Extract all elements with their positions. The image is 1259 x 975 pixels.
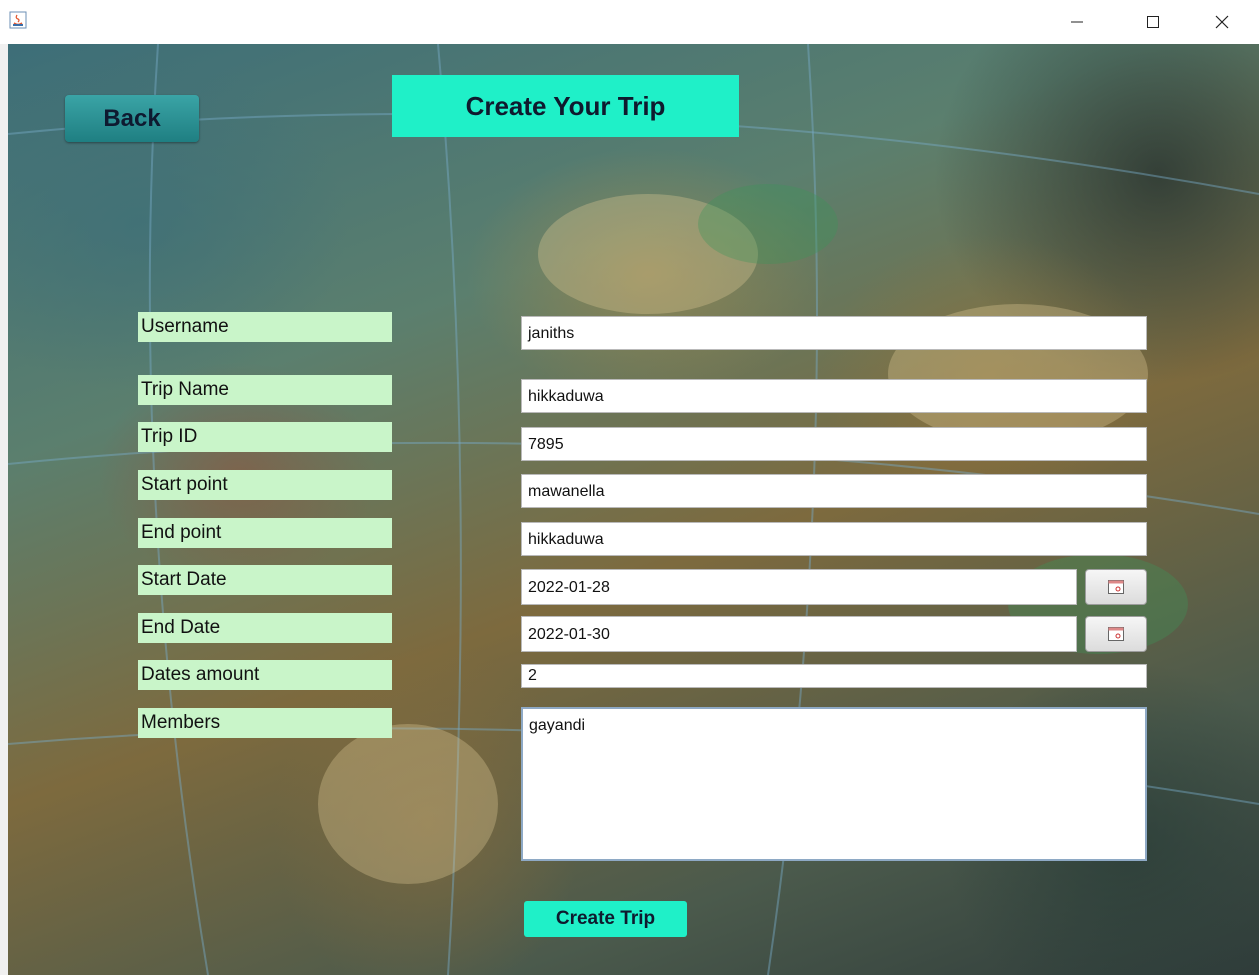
minimize-icon xyxy=(1071,21,1083,23)
username-field[interactable]: janiths xyxy=(521,316,1147,350)
page-title: Create Your Trip xyxy=(392,75,739,137)
members-label: Members xyxy=(138,708,392,738)
dates-amount-field[interactable]: 2 xyxy=(521,664,1147,688)
dates-amount-label: Dates amount xyxy=(138,660,392,690)
minimize-button[interactable] xyxy=(1054,0,1100,44)
back-button[interactable]: Back xyxy=(65,95,199,142)
maximize-button[interactable] xyxy=(1130,0,1176,44)
close-button[interactable] xyxy=(1199,0,1245,44)
trip-name-label: Trip Name xyxy=(138,375,392,405)
end-date-calendar-button[interactable] xyxy=(1085,616,1147,652)
map-background: Back Create Your Trip Username Trip Name… xyxy=(8,44,1259,975)
trip-name-field[interactable]: hikkaduwa xyxy=(521,379,1147,413)
trip-id-label: Trip ID xyxy=(138,422,392,452)
end-point-field[interactable]: hikkaduwa xyxy=(521,522,1147,556)
end-point-label: End point xyxy=(138,518,392,548)
username-label: Username xyxy=(138,312,392,342)
members-textarea[interactable]: gayandi xyxy=(521,707,1147,861)
trip-id-field[interactable]: 7895 xyxy=(521,427,1147,461)
start-date-label: Start Date xyxy=(138,565,392,595)
start-point-field[interactable]: mawanella xyxy=(521,474,1147,508)
end-date-label: End Date xyxy=(138,613,392,643)
create-trip-button[interactable]: Create Trip xyxy=(524,901,687,937)
close-icon xyxy=(1215,15,1229,29)
start-date-field[interactable]: 2022-01-28 xyxy=(521,569,1077,605)
start-date-calendar-button[interactable] xyxy=(1085,569,1147,605)
maximize-icon xyxy=(1147,16,1159,28)
calendar-icon xyxy=(1108,627,1124,641)
java-icon xyxy=(9,11,27,29)
calendar-icon xyxy=(1108,580,1124,594)
start-point-label: Start point xyxy=(138,470,392,500)
end-date-field[interactable]: 2022-01-30 xyxy=(521,616,1077,652)
title-bar xyxy=(0,0,1259,44)
